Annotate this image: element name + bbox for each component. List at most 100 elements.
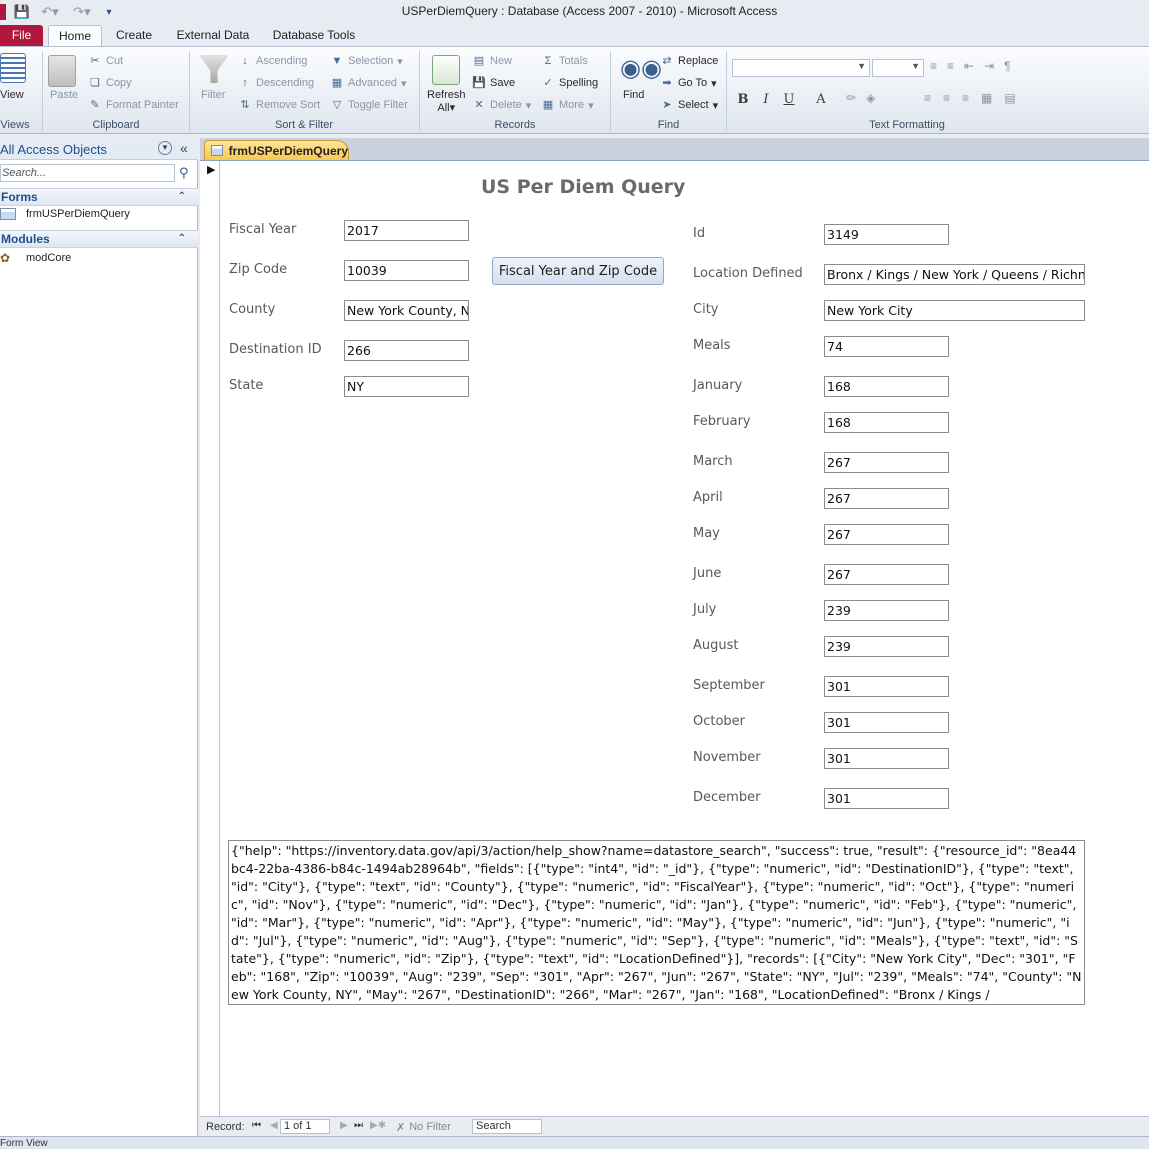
spelling-button[interactable]: ✓ Spelling xyxy=(541,76,598,90)
fiscal-year-field[interactable]: 2017 xyxy=(344,220,469,241)
highlight-buttons[interactable]: ✏ ◈ xyxy=(846,91,881,105)
december-field[interactable]: 301 xyxy=(824,788,949,809)
bullets-icon[interactable]: ≡ xyxy=(930,59,943,73)
document-tab[interactable]: frmUSPerDiemQuery xyxy=(204,140,349,160)
filter-icon[interactable] xyxy=(199,55,229,83)
collapse-section-icon[interactable]: ⌃ xyxy=(178,189,186,205)
goto-button[interactable]: ➡ Go To ▾ xyxy=(660,76,716,90)
font-color-button[interactable]: A xyxy=(812,91,830,109)
paste-icon[interactable] xyxy=(48,55,76,87)
april-field[interactable]: 267 xyxy=(824,488,949,509)
county-field[interactable]: New York County, N xyxy=(344,300,469,321)
nav-pane-header[interactable]: All Access Objects ▼ « xyxy=(0,138,198,160)
save-record-button[interactable]: 💾 Save xyxy=(472,76,515,90)
nav-pane-menu-icon[interactable]: ▼ xyxy=(158,141,172,155)
november-field[interactable]: 301 xyxy=(824,748,949,769)
gridlines-icon[interactable]: ▦ xyxy=(981,91,1000,105)
filter-button[interactable]: Filter xyxy=(201,89,225,101)
fiscal-year-zip-query-button[interactable]: Fiscal Year and Zip Code xyxy=(492,257,664,285)
paragraph-direction-icon[interactable]: ¶ xyxy=(1004,59,1016,73)
nav-search-input[interactable]: Search... xyxy=(0,164,175,182)
destination-id-field[interactable]: 266 xyxy=(344,340,469,361)
alignment-buttons[interactable]: ≡ ≡ ≡ ▦ ▤ xyxy=(924,91,1024,105)
collapse-pane-icon[interactable]: « xyxy=(180,140,188,156)
select-button[interactable]: ➤ Select ▾ xyxy=(660,98,718,112)
june-field[interactable]: 267 xyxy=(824,564,949,585)
no-filter-indicator[interactable]: ✗ No Filter xyxy=(396,1121,451,1134)
tab-home[interactable]: Home xyxy=(48,25,102,46)
outdent-icon[interactable]: ⇤ xyxy=(964,59,980,73)
january-field[interactable]: 168 xyxy=(824,376,949,397)
font-size-combo[interactable]: ▼ xyxy=(872,59,924,77)
delete-record-button[interactable]: ✕ Delete ▾ xyxy=(472,98,531,112)
tab-create[interactable]: Create xyxy=(108,25,160,46)
september-field[interactable]: 301 xyxy=(824,676,949,697)
cut-button[interactable]: ✂ Cut xyxy=(88,54,123,68)
numbering-icon[interactable]: ≡ xyxy=(947,59,960,73)
copy-button[interactable]: ❏ Copy xyxy=(88,76,132,90)
february-field[interactable]: 168 xyxy=(824,412,949,433)
view-icon[interactable] xyxy=(0,53,26,83)
selection-button[interactable]: ▼ Selection ▾ xyxy=(330,54,403,68)
document-area: frmUSPerDiemQuery ▶ US Per Diem Query Fi… xyxy=(200,138,1149,1136)
zip-code-field[interactable]: 10039 xyxy=(344,260,469,281)
nav-section-modules[interactable]: Modules ⌃ xyxy=(0,230,198,248)
indent-icon[interactable]: ⇥ xyxy=(984,59,1000,73)
tab-database-tools[interactable]: Database Tools xyxy=(266,25,362,46)
search-icon[interactable]: ⚲ xyxy=(179,165,189,181)
nav-item-module[interactable]: ✿ modCore xyxy=(0,251,71,265)
meals-field[interactable]: 74 xyxy=(824,336,949,357)
alternate-row-color-icon[interactable]: ▤ xyxy=(1004,91,1023,105)
record-search-input[interactable]: Search xyxy=(472,1119,542,1134)
march-field[interactable]: 267 xyxy=(824,452,949,473)
remove-sort-button[interactable]: ⇅ Remove Sort xyxy=(238,98,320,112)
more-button[interactable]: ▦ More ▾ xyxy=(541,98,594,112)
descending-button[interactable]: ↑ Descending xyxy=(238,76,314,90)
replace-button[interactable]: ⇄ Replace xyxy=(660,54,718,68)
first-record-icon[interactable]: ⏮ xyxy=(252,1120,261,1131)
last-record-icon[interactable]: ⏭ xyxy=(354,1120,363,1131)
highlight-icon[interactable]: ✏ xyxy=(846,91,862,105)
bold-button[interactable]: B xyxy=(734,91,752,109)
current-record-field[interactable]: 1 of 1 xyxy=(280,1119,330,1134)
totals-button[interactable]: Σ Totals xyxy=(541,54,588,68)
find-button[interactable]: Find xyxy=(623,89,644,101)
refresh-all-button[interactable]: Refresh All▾ xyxy=(427,89,466,115)
view-button[interactable]: View xyxy=(0,89,24,101)
refresh-icon[interactable] xyxy=(432,55,460,85)
nav-item-form[interactable]: frmUSPerDiemQuery xyxy=(0,208,130,220)
may-field[interactable]: 267 xyxy=(824,524,949,545)
august-field[interactable]: 239 xyxy=(824,636,949,657)
ascending-button[interactable]: ↓ Ascending xyxy=(238,54,307,68)
underline-button[interactable]: U xyxy=(780,91,798,109)
record-selector[interactable]: ▶ xyxy=(200,161,220,1117)
fill-color-icon[interactable]: ◈ xyxy=(866,91,881,105)
tab-file[interactable]: File xyxy=(0,25,43,46)
align-right-icon[interactable]: ≡ xyxy=(962,91,977,105)
location-defined-field[interactable]: Bronx / Kings / New York / Queens / Rich… xyxy=(824,264,1085,285)
new-record-icon[interactable]: ▶✱ xyxy=(370,1120,386,1131)
collapse-section-icon[interactable]: ⌃ xyxy=(178,231,186,247)
italic-button[interactable]: I xyxy=(757,91,775,109)
state-field[interactable]: NY xyxy=(344,376,469,397)
october-field[interactable]: 301 xyxy=(824,712,949,733)
city-field[interactable]: New York City xyxy=(824,300,1085,321)
nav-section-forms[interactable]: Forms ⌃ xyxy=(0,188,198,206)
july-field[interactable]: 239 xyxy=(824,600,949,621)
format-painter-button[interactable]: ✎ Format Painter xyxy=(88,98,178,112)
align-left-icon[interactable]: ≡ xyxy=(924,91,939,105)
previous-record-icon[interactable]: ◀ xyxy=(270,1120,278,1131)
font-name-combo[interactable]: ▼ xyxy=(732,59,870,77)
list-buttons[interactable]: ≡ ≡ ⇤ ⇥ ¶ xyxy=(930,59,1017,73)
paste-button[interactable]: Paste xyxy=(50,89,78,101)
id-field[interactable]: 3149 xyxy=(824,224,949,245)
status-bar: Form View xyxy=(0,1136,1149,1149)
tab-external-data[interactable]: External Data xyxy=(170,25,256,46)
next-record-icon[interactable]: ▶ xyxy=(340,1120,348,1131)
json-result-textbox[interactable]: {"help": "https://inventory.data.gov/api… xyxy=(228,840,1085,1005)
advanced-button[interactable]: ▦ Advanced ▾ xyxy=(330,76,407,90)
new-record-button[interactable]: ▤ New xyxy=(472,54,512,68)
toggle-filter-button[interactable]: ▽ Toggle Filter xyxy=(330,98,408,112)
binoculars-icon[interactable]: ◉◉ xyxy=(620,55,662,83)
align-center-icon[interactable]: ≡ xyxy=(943,91,958,105)
